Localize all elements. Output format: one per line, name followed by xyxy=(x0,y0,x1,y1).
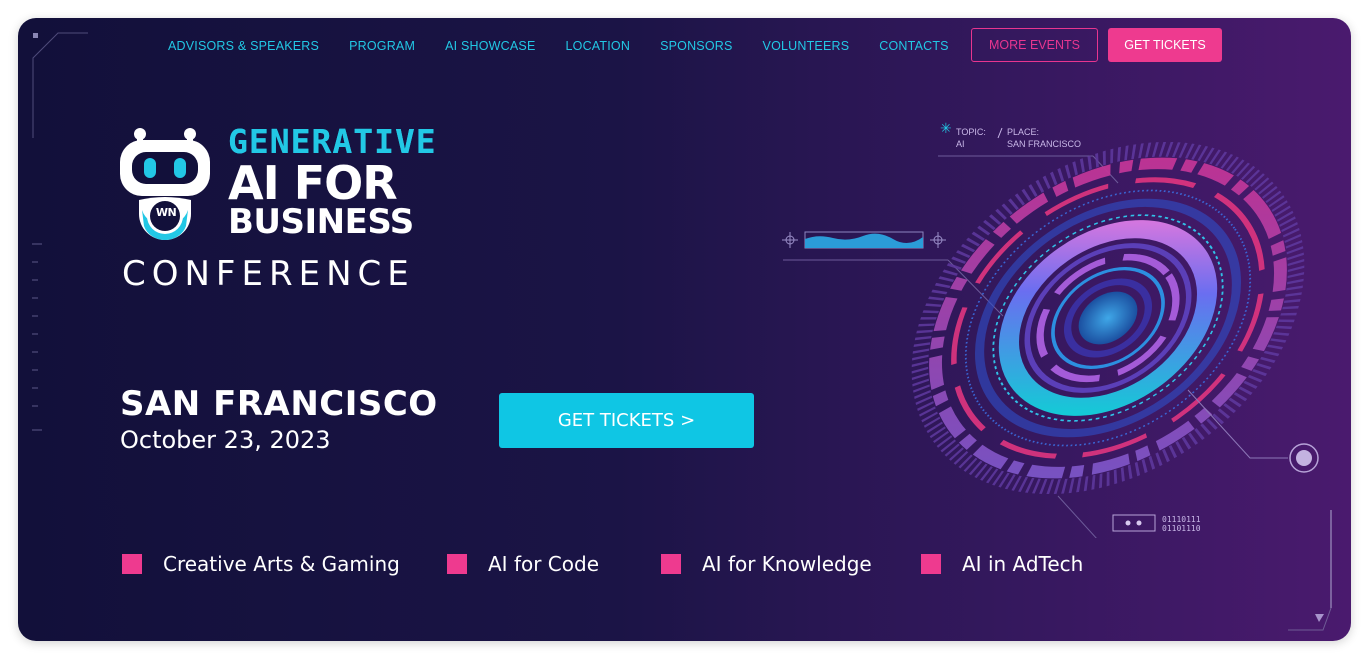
logo-conference: CONFERENCE xyxy=(122,254,415,294)
get-tickets-button[interactable]: GET TICKETS > xyxy=(499,393,754,448)
logo-business: BUSINESS xyxy=(228,202,414,242)
topic-item: AI for Code xyxy=(447,551,599,577)
topic-bullet-icon xyxy=(122,554,142,574)
nav-ai-showcase[interactable]: AI SHOWCASE xyxy=(445,39,535,53)
header-get-tickets-button[interactable]: GET TICKETS xyxy=(1108,28,1222,62)
event-date: October 23, 2023 xyxy=(120,426,331,454)
robot-logo-icon xyxy=(120,128,210,240)
topic-label: AI for Code xyxy=(488,552,599,576)
nav-sponsors[interactable]: SPONSORS xyxy=(660,39,732,53)
topic-item: Creative Arts & Gaming xyxy=(122,551,400,577)
topic-label: AI in AdTech xyxy=(962,552,1084,576)
logo-ai-for: AI FOR xyxy=(228,156,398,210)
topic-label: AI for Knowledge xyxy=(702,552,872,576)
main-nav: ADVISORS & SPEAKERS PROGRAM AI SHOWCASE … xyxy=(168,38,979,54)
topic-bullet-icon xyxy=(661,554,681,574)
hud-chip-icon xyxy=(1112,514,1156,532)
topic-bullet-icon xyxy=(447,554,467,574)
nav-volunteers[interactable]: VOLUNTEERS xyxy=(763,39,850,53)
hud-place-label: PLACE: xyxy=(1007,127,1039,137)
disc-graphic xyxy=(911,141,1305,495)
event-city: SAN FRANCISCO xyxy=(120,384,438,424)
nav-program[interactable]: PROGRAM xyxy=(349,39,415,53)
nav-location[interactable]: LOCATION xyxy=(566,39,631,53)
topic-item: AI for Knowledge xyxy=(661,551,872,577)
hud-binary-2: 01101110 xyxy=(1162,524,1201,533)
more-events-button[interactable]: MORE EVENTS xyxy=(971,28,1098,62)
hud-topic-label: TOPIC: xyxy=(956,127,986,137)
topic-item: AI in AdTech xyxy=(921,551,1083,577)
svg-text:✳: ✳ xyxy=(940,121,952,137)
topic-label: Creative Arts & Gaming xyxy=(163,552,400,576)
logo-badge-text: WN xyxy=(155,206,177,219)
hero-banner: ADVISORS & SPEAKERS PROGRAM AI SHOWCASE … xyxy=(18,18,1351,641)
topic-bullet-icon xyxy=(921,554,941,574)
nav-advisors-speakers[interactable]: ADVISORS & SPEAKERS xyxy=(168,39,319,53)
hud-illustration: ✳ TOPIC: AI PLACE: SAN FRANCISCO 0111011… xyxy=(782,121,1319,538)
hud-topic-value: AI xyxy=(956,139,965,149)
wave-chart-icon xyxy=(782,231,1004,317)
hud-place-value: SAN FRANCISCO xyxy=(1007,139,1081,149)
nav-contacts[interactable]: CONTACTS xyxy=(879,39,948,53)
hud-binary-1: 01110111 xyxy=(1162,515,1201,524)
